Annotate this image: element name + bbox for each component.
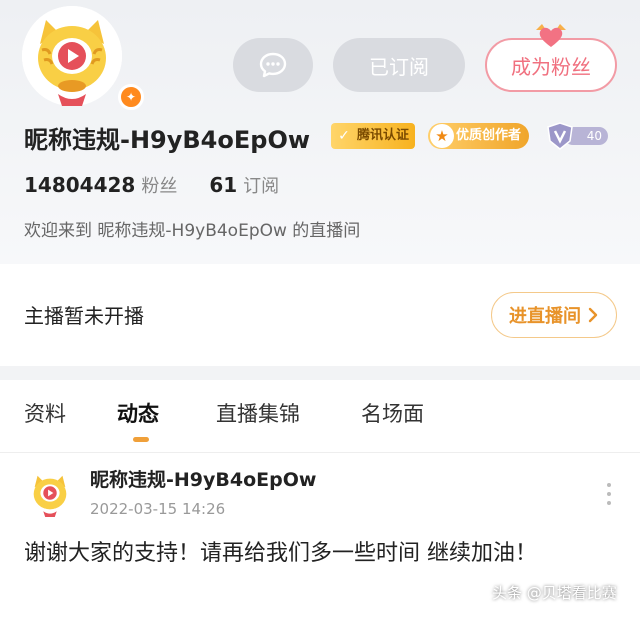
post-author-name[interactable]: 昵称违规-H9yB4oEpOw	[90, 465, 316, 492]
quality-creator-badge[interactable]: ★ 优质创作者	[428, 123, 530, 149]
profile-header: ✦ 已订阅 成为粉丝 昵称违规-H9yB4oEpOw ✓ 腾讯认证 ★ 优质创作…	[0, 0, 640, 264]
tab-highlights[interactable]: 直播集锦	[216, 398, 300, 428]
level-badge[interactable]: 40	[544, 121, 608, 151]
heart-crown-icon	[536, 24, 566, 47]
tiger-mascot-icon	[26, 469, 74, 517]
chevron-right-icon	[588, 307, 598, 323]
active-tab-indicator	[133, 437, 149, 442]
tencent-verified-label: 腾讯认证	[357, 128, 410, 143]
subs-label: 订阅	[243, 176, 280, 197]
fans-count: 14804428	[24, 173, 136, 197]
message-bubble-icon	[259, 52, 287, 78]
tencent-verified-badge[interactable]: ✓ 腾讯认证	[331, 123, 416, 149]
quality-creator-label: 优质创作者	[456, 128, 522, 143]
avatar[interactable]: ✦	[22, 6, 144, 110]
more-vertical-icon[interactable]	[604, 483, 614, 509]
tiger-mascot-icon	[22, 6, 122, 106]
live-status-text: 主播暂未开播	[24, 304, 144, 328]
watermark: 头条 @贝塔看比赛	[492, 584, 617, 602]
live-status-panel: 主播暂未开播 进直播间	[0, 264, 640, 366]
post-timestamp: 2022-03-15 14:26	[90, 500, 226, 518]
diamond-level-icon	[547, 122, 573, 150]
profile-stats: 14804428 粉丝 61 订阅	[24, 172, 279, 198]
nickname: 昵称违规-H9yB4oEpOw	[24, 126, 311, 154]
tab-bar: 资料 动态 直播集锦 名场面	[0, 380, 640, 452]
subs-count: 61	[209, 173, 238, 197]
tab-profile[interactable]: 资料	[24, 398, 66, 428]
enter-live-button[interactable]: 进直播间	[491, 292, 617, 338]
fans-label: 粉丝	[141, 176, 178, 197]
tab-feed[interactable]: 动态	[117, 398, 159, 428]
anchor-badge-icon: ✦	[118, 84, 144, 110]
enter-live-label: 进直播间	[509, 306, 581, 327]
message-button[interactable]	[233, 38, 313, 92]
post-author-avatar[interactable]	[26, 469, 74, 517]
tab-famous-moments[interactable]: 名场面	[361, 398, 424, 428]
welcome-text: 欢迎来到 昵称违规-H9yB4oEpOw 的直播间	[24, 221, 361, 241]
post-content: 谢谢大家的支持！请再给我们多一些时间 继续加油！	[24, 541, 537, 566]
star-icon: ★	[430, 124, 454, 148]
verified-icon: ✓	[338, 128, 350, 144]
subscribed-button[interactable]: 已订阅	[333, 38, 465, 92]
